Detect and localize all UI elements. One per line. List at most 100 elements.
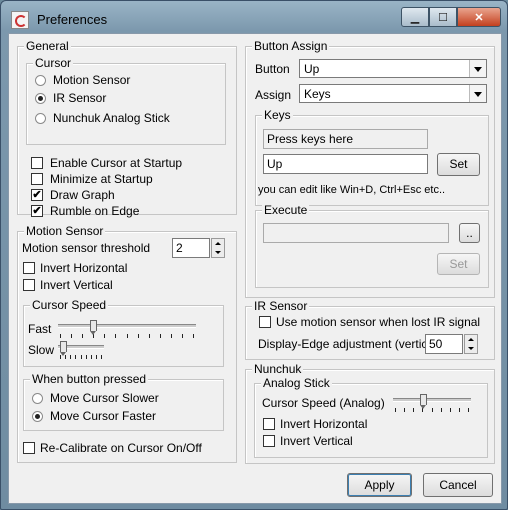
cursor-group: Cursor Motion Sensor IR Sensor Nunchuk A…	[26, 56, 226, 145]
keys-input[interactable]: Up	[263, 154, 428, 174]
slider-tick	[60, 334, 61, 338]
minimize-icon: ▁	[410, 11, 420, 24]
edge-adjustment-spinner[interactable]	[464, 334, 478, 354]
slow-label: Slow	[28, 343, 55, 357]
fast-speed-slider[interactable]	[58, 320, 196, 338]
slider-tick	[86, 355, 87, 359]
radio-move-faster[interactable]	[32, 411, 43, 422]
recalibrate-label: Re-Calibrate on Cursor On/Off	[40, 441, 202, 455]
execute-set-button[interactable]: Set	[437, 253, 480, 275]
nunchuk-legend: Nunchuk	[252, 362, 304, 376]
radio-motion-sensor-label: Motion Sensor	[53, 73, 131, 87]
check-recalibrate[interactable]	[23, 442, 35, 454]
execute-browse-button[interactable]: ..	[459, 223, 480, 243]
check-rumble-edge-label: Rumble on Edge	[50, 204, 140, 218]
apply-button[interactable]: Apply	[347, 473, 412, 497]
motion-sensor-group: Motion Sensor Motion sensor threshold 2 …	[17, 224, 237, 463]
analog-stick-legend: Analog Stick	[261, 376, 332, 390]
execute-path-input[interactable]	[263, 223, 449, 243]
motion-invert-horizontal-label: Invert Horizontal	[40, 261, 128, 275]
slider-tick	[395, 408, 396, 412]
slider-tick	[459, 408, 460, 412]
ir-sensor-legend: IR Sensor	[252, 299, 310, 313]
nunchuk-invert-vertical-label: Invert Vertical	[280, 434, 353, 448]
slider-tick	[104, 334, 105, 338]
window-controls: ▁ ☐ ✕	[401, 7, 501, 27]
cursor-speed-legend: Cursor Speed	[30, 298, 109, 312]
radio-motion-sensor[interactable]	[35, 75, 46, 86]
radio-move-slower-label: Move Cursor Slower	[50, 391, 159, 405]
analog-speed-slider[interactable]	[393, 394, 471, 412]
slider-tick	[101, 355, 102, 359]
minimize-button[interactable]: ▁	[401, 7, 429, 27]
close-icon: ✕	[474, 11, 484, 24]
analog-slider-thumb[interactable]	[420, 394, 427, 409]
button-select[interactable]: Up	[299, 59, 487, 78]
button-select-chevron-down-icon[interactable]	[469, 60, 486, 77]
execute-legend: Execute	[262, 203, 310, 217]
check-motion-invert-vertical[interactable]	[23, 279, 35, 291]
slider-tick	[81, 355, 82, 359]
window-title: Preferences	[37, 12, 108, 27]
button-label: Button	[255, 62, 290, 76]
radio-move-slower[interactable]	[32, 393, 43, 404]
check-nunchuk-invert-vertical[interactable]	[263, 435, 275, 447]
check-use-motion-sensor[interactable]	[259, 316, 271, 328]
slider-tick	[450, 408, 451, 412]
assign-select[interactable]: Keys	[299, 84, 487, 103]
dialog-client: General Cursor Motion Sensor IR Sensor N…	[8, 33, 502, 504]
edge-adjustment-input[interactable]: 50	[425, 334, 463, 354]
slider-tick	[432, 408, 433, 412]
cursor-speed-group: Cursor Speed Fast Slow	[23, 298, 224, 367]
nunchuk-group: Nunchuk Analog Stick Cursor Speed (Analo…	[245, 362, 495, 464]
maximize-button[interactable]: ☐	[429, 7, 457, 27]
button-select-value: Up	[304, 62, 320, 76]
analog-slider-track	[393, 398, 471, 402]
assign-label: Assign	[255, 88, 292, 102]
threshold-spinner[interactable]	[211, 238, 225, 258]
analog-speed-label: Cursor Speed (Analog)	[262, 396, 385, 410]
button-assign-legend: Button Assign	[252, 39, 330, 53]
check-minimize-startup[interactable]	[31, 173, 43, 185]
cancel-button[interactable]: Cancel	[423, 473, 493, 497]
slider-tick	[413, 408, 414, 412]
slider-tick	[160, 334, 161, 338]
button-pressed-group: When button pressed Move Cursor Slower M…	[23, 372, 224, 431]
motion-invert-vertical-label: Invert Vertical	[40, 278, 113, 292]
check-motion-invert-horizontal[interactable]	[23, 262, 35, 274]
title-bar[interactable]: Preferences ▁ ☐ ✕	[1, 1, 507, 35]
slow-speed-slider[interactable]	[58, 341, 104, 359]
slider-tick	[91, 355, 92, 359]
fast-label: Fast	[28, 322, 52, 336]
button-pressed-legend: When button pressed	[30, 372, 149, 386]
slider-tick	[82, 334, 83, 338]
slider-tick	[182, 334, 183, 338]
cursor-legend: Cursor	[33, 56, 74, 70]
keys-set-button[interactable]: Set	[437, 153, 480, 176]
analog-stick-group: Analog Stick Cursor Speed (Analog) Inver…	[254, 376, 488, 458]
slider-tick	[75, 355, 76, 359]
fast-slider-thumb[interactable]	[90, 320, 97, 335]
radio-ir-sensor[interactable]	[35, 93, 46, 104]
assign-select-chevron-down-icon[interactable]	[469, 85, 486, 102]
check-enable-cursor[interactable]	[31, 157, 43, 169]
execute-group: Execute .. Set	[255, 203, 489, 288]
keys-group: Keys Press keys here Up Set you can edit…	[255, 108, 489, 206]
slider-tick	[71, 334, 72, 338]
threshold-label: Motion sensor threshold	[22, 241, 151, 255]
check-rumble-edge[interactable]: ✔	[31, 205, 43, 217]
preferences-window: Preferences ▁ ☐ ✕ General Cursor Motion …	[0, 0, 508, 510]
radio-nunchuk-analog[interactable]	[35, 113, 46, 124]
slider-tick	[138, 334, 139, 338]
fast-slider-ticks	[58, 334, 196, 338]
motion-sensor-legend: Motion Sensor	[24, 224, 106, 238]
radio-ir-sensor-label: IR Sensor	[53, 91, 107, 105]
close-button[interactable]: ✕	[457, 7, 501, 27]
slider-tick	[127, 334, 128, 338]
slow-slider-thumb[interactable]	[60, 341, 67, 356]
threshold-input[interactable]: 2	[172, 238, 210, 258]
check-draw-graph[interactable]: ✔	[31, 189, 43, 201]
slider-tick	[468, 408, 469, 412]
radio-nunchuk-analog-label: Nunchuk Analog Stick	[53, 111, 170, 125]
check-nunchuk-invert-horizontal[interactable]	[263, 418, 275, 430]
